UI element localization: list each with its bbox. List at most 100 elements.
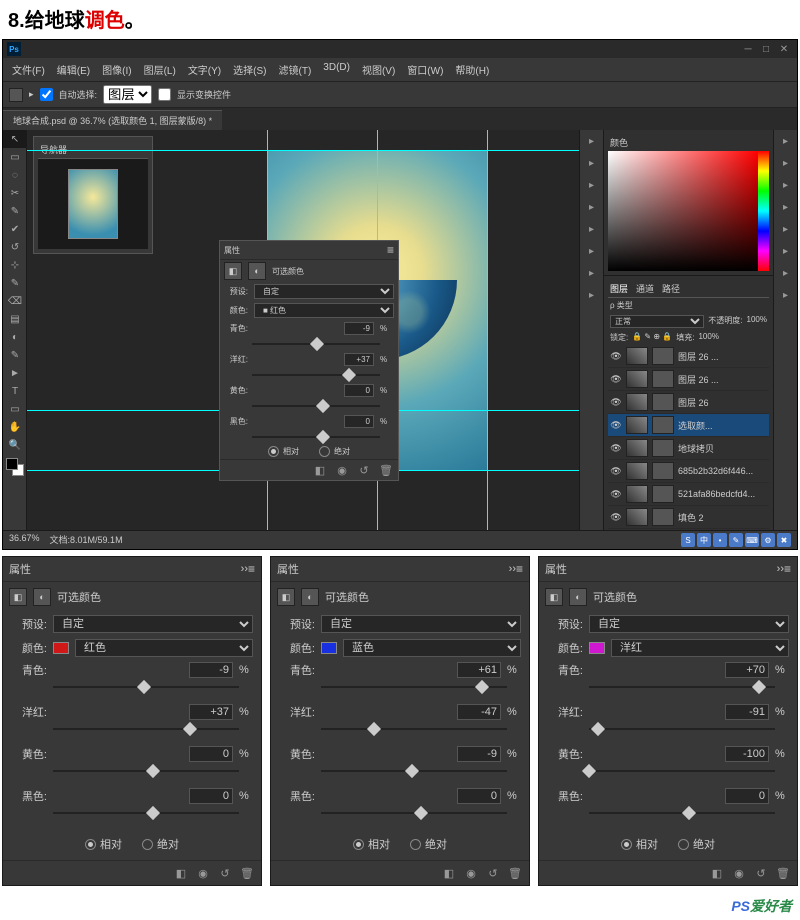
guide-horizontal[interactable] [27,150,579,151]
tool-button[interactable]: ▤ [3,310,27,328]
relative-radio[interactable]: 相对 [621,836,658,852]
slider-track[interactable] [252,430,394,440]
collapsed-tab[interactable]: ▸ [774,262,797,284]
mask-thumb[interactable] [652,347,674,365]
mask-thumb[interactable] [652,416,674,434]
properties-float-panel[interactable]: 属性≡ ◧◐可选颜色 预设:自定 颜色:■ 红色 青色:%洋红:%黄色:%黑色:… [219,240,399,481]
slider-value-input[interactable] [344,384,374,397]
visibility-icon[interactable]: 👁 [610,466,622,477]
collapse-icon[interactable]: ›› [509,563,516,575]
clip-icon[interactable]: ◧ [709,865,725,881]
menu-item[interactable]: 文字(Y) [183,60,226,79]
tool-button[interactable]: ✎ [3,274,27,292]
layer-name[interactable]: 选取颜... [678,419,713,432]
delete-icon[interactable]: 🗑 [378,462,394,478]
layer-thumb[interactable] [626,416,648,434]
slider-thumb[interactable] [137,680,151,694]
slider-value-input[interactable] [457,746,501,762]
transform-checkbox[interactable] [158,88,171,101]
slider-thumb[interactable] [316,430,330,444]
slider-track[interactable] [589,806,789,820]
visibility-icon[interactable]: 👁 [610,351,622,362]
visibility-icon[interactable]: 👁 [610,489,622,500]
menu-item[interactable]: 3D(D) [318,60,355,79]
collapsed-tab[interactable]: ▸ [580,152,603,174]
collapse-icon[interactable]: ›› [241,563,248,575]
slider-track[interactable] [53,722,253,736]
slider-track[interactable] [321,806,521,820]
menu-item[interactable]: 选择(S) [228,60,271,79]
absolute-radio[interactable]: 绝对 [678,836,715,852]
ime-icon[interactable]: 中 [697,533,711,547]
color-select[interactable]: ■ 红色 [254,303,394,318]
slider-thumb[interactable] [342,368,356,382]
slider-value-input[interactable] [189,662,233,678]
zoom-level[interactable]: 36.67% [9,533,40,547]
slider-track[interactable] [321,722,521,736]
layer-thumb[interactable] [626,393,648,411]
opacity-value[interactable]: 100% [747,315,767,328]
clip-icon[interactable]: ◧ [173,865,189,881]
layer-name[interactable]: 图层 26 ... [678,373,719,386]
mask-thumb[interactable] [652,462,674,480]
layer-thumb[interactable] [626,485,648,503]
layer-row[interactable]: 👁图层 26 [608,391,769,414]
slider-thumb[interactable] [316,399,330,413]
collapsed-tab[interactable]: ▸ [774,218,797,240]
panel-menu-icon[interactable]: ≡ [516,562,523,576]
prev-state-icon[interactable]: ◉ [334,462,350,478]
reset-icon[interactable]: ↺ [485,865,501,881]
slider-thumb[interactable] [752,680,766,694]
clip-icon[interactable]: ◧ [312,462,328,478]
menu-item[interactable]: 编辑(E) [52,60,95,79]
ime-icon[interactable]: S [681,533,695,547]
tool-button[interactable]: ↖ [3,130,27,148]
layer-thumb[interactable] [626,462,648,480]
slider-thumb[interactable] [682,806,696,820]
panel-tab[interactable]: 路径 [662,282,680,295]
relative-radio[interactable]: 相对 [85,836,122,852]
slider-thumb[interactable] [475,680,489,694]
layer-name[interactable]: 685b2b32d6f446... [678,466,753,476]
slider-value-input[interactable] [189,788,233,804]
tool-button[interactable]: ✋ [3,418,27,436]
maximize-button[interactable]: □ [757,42,775,56]
tool-button[interactable]: ✎ [3,346,27,364]
color-select[interactable]: 蓝色 [343,639,521,657]
slider-track[interactable] [252,368,394,378]
slider-thumb[interactable] [310,337,324,351]
close-button[interactable]: ✕ [775,42,793,56]
slider-thumb[interactable] [183,722,197,736]
visibility-icon[interactable]: 👁 [610,443,622,454]
layer-name[interactable]: 图层 26 [678,396,709,409]
layer-row[interactable]: 👁填色 2 [608,506,769,529]
ime-icon[interactable]: ✎ [729,533,743,547]
collapsed-tab[interactable]: ▸ [580,240,603,262]
tool-button[interactable]: ▭ [3,400,27,418]
layer-thumb[interactable] [626,347,648,365]
navigator-thumb[interactable] [38,159,148,249]
relative-radio[interactable]: 相对 [268,446,299,457]
delete-icon[interactable]: 🗑 [239,865,255,881]
panel-menu-icon[interactable]: ≡ [248,562,255,576]
tool-button[interactable]: ◌ [3,166,27,184]
slider-value-input[interactable] [725,662,769,678]
absolute-radio[interactable]: 绝对 [410,836,447,852]
slider-value-input[interactable] [344,353,374,366]
canvas-area[interactable]: 导航器 属性≡ ◧◐可选颜色 预设:自定 颜色:■ 红色 青色:%洋红:%黄色:… [27,130,579,530]
panel-tab[interactable]: 图层 [610,282,628,295]
move-tool-icon[interactable] [9,88,23,102]
menu-item[interactable]: 视图(V) [357,60,400,79]
slider-thumb[interactable] [146,806,160,820]
slider-track[interactable] [321,680,521,694]
ime-icon[interactable]: ✖ [777,533,791,547]
slider-track[interactable] [252,399,394,409]
blend-mode-select[interactable]: 正常 [610,315,704,328]
collapsed-tab[interactable]: ▸ [774,284,797,306]
reset-icon[interactable]: ↺ [217,865,233,881]
view-prev-icon[interactable]: ◉ [463,865,479,881]
color-select[interactable]: 红色 [75,639,253,657]
tool-button[interactable]: ✎ [3,202,27,220]
collapsed-tab[interactable]: ▸ [580,218,603,240]
menu-item[interactable]: 文件(F) [7,60,50,79]
